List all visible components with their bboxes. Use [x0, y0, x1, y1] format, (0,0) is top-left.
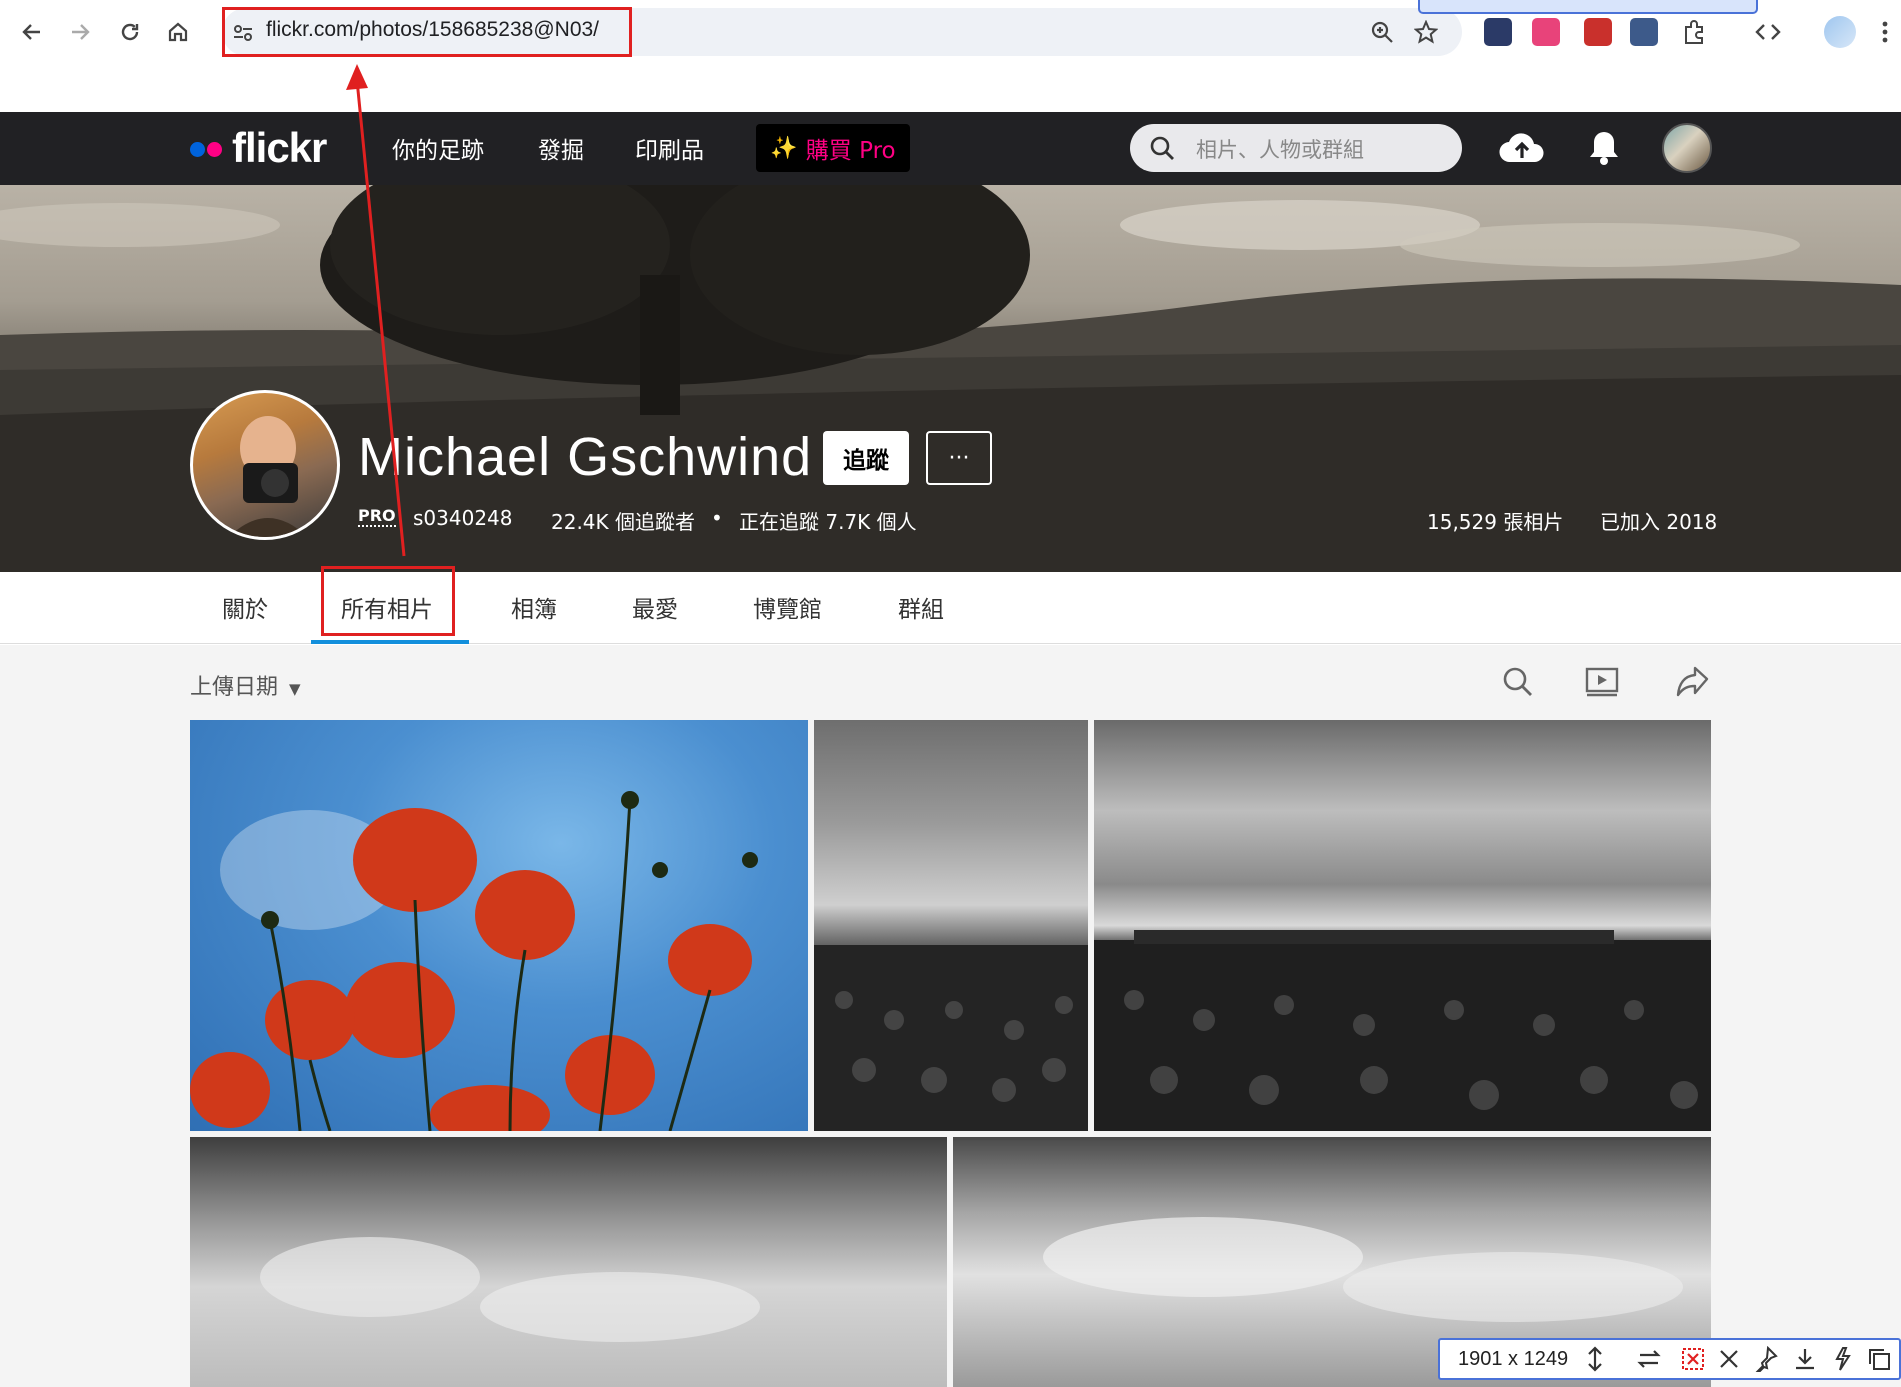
copy-icon[interactable]: [1866, 1346, 1892, 1372]
close-icon[interactable]: [1716, 1346, 1742, 1372]
swap-icon[interactable]: [1636, 1346, 1662, 1372]
share-icon[interactable]: [1674, 664, 1710, 700]
caret-down-icon: ▼: [289, 680, 301, 698]
sort-dropdown[interactable]: 上傳日期 ▼: [190, 669, 301, 701]
photo-thumbnail[interactable]: [190, 720, 808, 1131]
photo-thumbnail[interactable]: [814, 720, 1088, 1131]
photo-thumbnail[interactable]: [1094, 720, 1711, 1131]
resize-vertical-icon[interactable]: [1582, 1346, 1608, 1372]
capture-size-label: 1901 x 1249: [1458, 1348, 1569, 1370]
photo-thumbnail[interactable]: [190, 1137, 947, 1387]
quick-save-icon[interactable]: [1828, 1346, 1854, 1372]
cancel-capture-icon[interactable]: [1680, 1346, 1706, 1372]
slideshow-icon[interactable]: [1584, 664, 1620, 700]
sort-label: 上傳日期: [190, 675, 279, 700]
search-photostream-icon[interactable]: [1500, 664, 1536, 700]
pin-icon[interactable]: [1752, 1345, 1778, 1375]
download-icon[interactable]: [1792, 1346, 1818, 1372]
